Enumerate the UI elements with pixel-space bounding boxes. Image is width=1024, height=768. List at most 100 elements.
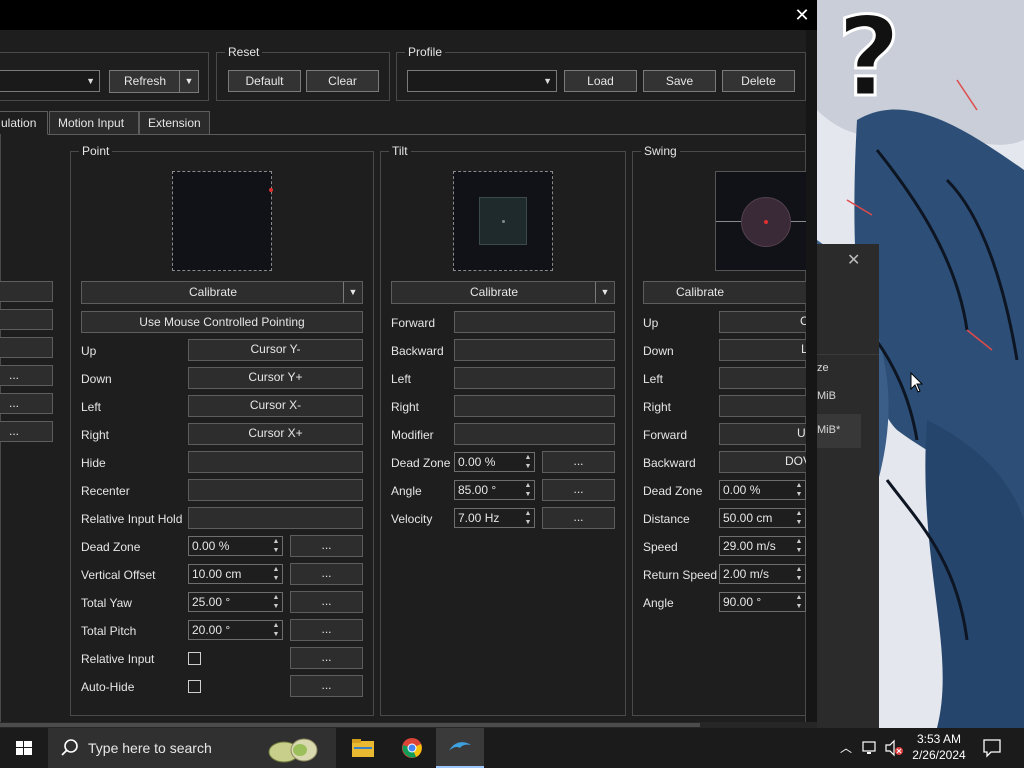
tilt-label-right: Right bbox=[391, 400, 420, 414]
pointer-dot bbox=[269, 188, 273, 192]
profile-select[interactable]: ▼ bbox=[407, 70, 557, 92]
point-dead-zone-more-button[interactable]: ... bbox=[290, 535, 363, 557]
swing-angle-spinbox[interactable]: 90.00 ° ▲ ▼ bbox=[719, 592, 806, 612]
spin-arrows-icon[interactable]: ▲ ▼ bbox=[522, 509, 534, 527]
show-hidden-icons-icon[interactable]: ︿ bbox=[840, 739, 852, 756]
partial-more-button[interactable]: ... bbox=[0, 365, 53, 386]
reset-group: Reset Default Clear bbox=[216, 45, 390, 101]
taskbar-dolphin[interactable] bbox=[436, 728, 484, 768]
spin-arrows-icon[interactable]: ▲ ▼ bbox=[793, 537, 805, 555]
point-bind-left[interactable]: Cursor X- bbox=[188, 395, 363, 417]
swing-distance-spinbox[interactable]: 50.00 cm ▲ ▼ bbox=[719, 508, 806, 528]
swing-speed-spinbox[interactable]: 29.00 m/s ▲ ▼ bbox=[719, 536, 806, 556]
partial-binding-button[interactable] bbox=[0, 281, 53, 302]
spin-arrows-icon[interactable]: ▲ ▼ bbox=[270, 537, 282, 555]
tab-emulation[interactable]: ulation bbox=[0, 111, 48, 135]
load-button[interactable]: Load bbox=[564, 70, 637, 92]
tilt-calibrate-button[interactable]: Calibrate ▼ bbox=[391, 281, 615, 304]
point-total-pitch-spinbox[interactable]: 20.00 ° ▲ ▼ bbox=[188, 620, 283, 640]
taskbar-clock[interactable]: 3:53 AM 2/26/2024 bbox=[905, 731, 973, 763]
point-calibrate-button[interactable]: Calibrate ▼ bbox=[81, 281, 363, 304]
partial-binding-button[interactable] bbox=[0, 309, 53, 330]
spin-arrows-icon[interactable]: ▲ ▼ bbox=[793, 565, 805, 583]
taskbar-file-explorer[interactable] bbox=[338, 728, 386, 768]
tilt-bind-left[interactable] bbox=[454, 367, 615, 389]
tilt-dead-zone-more-button[interactable]: ... bbox=[542, 451, 615, 473]
swing-return-speed-spinbox[interactable]: 2.00 m/s ▲ ▼ bbox=[719, 564, 806, 584]
notifications-icon[interactable] bbox=[982, 738, 1002, 758]
relative-input-checkbox[interactable] bbox=[188, 652, 201, 665]
spin-arrows-icon[interactable]: ▲ ▼ bbox=[270, 593, 282, 611]
point-bind-hide[interactable] bbox=[188, 451, 363, 473]
tilt-bind-modifier[interactable] bbox=[454, 423, 615, 445]
swing-bind-left[interactable] bbox=[719, 367, 806, 389]
refresh-dropdown-icon[interactable]: ▼ bbox=[179, 71, 198, 92]
point-bind-up[interactable]: Cursor Y- bbox=[188, 339, 363, 361]
profile-group-title: Profile bbox=[405, 45, 446, 59]
delete-button[interactable]: Delete bbox=[722, 70, 795, 92]
spin-arrows-icon[interactable]: ▲ ▼ bbox=[793, 509, 805, 527]
volume-muted-icon[interactable] bbox=[884, 739, 904, 757]
spin-arrows-icon[interactable]: ▲ ▼ bbox=[793, 593, 805, 611]
tilt-velocity-more-button[interactable]: ... bbox=[542, 507, 615, 529]
swing-bind-backward[interactable]: DOV bbox=[719, 451, 806, 473]
tilt-angle-more-button[interactable]: ... bbox=[542, 479, 615, 501]
swing-bind-backward-value: DOV bbox=[785, 454, 806, 468]
default-button[interactable]: Default bbox=[228, 70, 301, 92]
point-label-dead-zone: Dead Zone bbox=[81, 540, 141, 554]
point-total-yaw-spinbox[interactable]: 25.00 ° ▲ ▼ bbox=[188, 592, 283, 612]
partial-more-button[interactable]: ... bbox=[0, 393, 53, 414]
clear-button[interactable]: Clear bbox=[306, 70, 379, 92]
tilt-dead-zone-spinbox[interactable]: 0.00 % ▲ ▼ bbox=[454, 452, 535, 472]
calibrate-dropdown-icon[interactable]: ▼ bbox=[595, 282, 614, 303]
save-button[interactable]: Save bbox=[643, 70, 716, 92]
taskbar-search-box[interactable]: Type here to search bbox=[48, 728, 336, 768]
point-vertical-offset-spinbox[interactable]: 10.00 cm ▲ ▼ bbox=[188, 564, 283, 584]
chevron-down-icon: ▼ bbox=[86, 76, 95, 86]
point-bind-down[interactable]: Cursor Y+ bbox=[188, 367, 363, 389]
point-total-yaw-more-button[interactable]: ... bbox=[290, 591, 363, 613]
tilt-angle-spinbox[interactable]: 85.00 ° ▲ ▼ bbox=[454, 480, 535, 500]
taskbar-chrome[interactable] bbox=[388, 728, 436, 768]
spin-arrows-icon[interactable]: ▲ ▼ bbox=[522, 453, 534, 471]
swing-dead-zone-spinbox[interactable]: 0.00 % ▲ ▼ bbox=[719, 480, 806, 500]
tab-extension[interactable]: Extension bbox=[139, 111, 210, 135]
relative-input-more-button[interactable]: ... bbox=[290, 647, 363, 669]
swing-bind-forward[interactable]: U bbox=[719, 423, 806, 445]
swing-bind-right[interactable] bbox=[719, 395, 806, 417]
refresh-button[interactable]: Refresh ▼ bbox=[109, 70, 199, 93]
close-icon[interactable]: ✕ bbox=[787, 4, 817, 26]
spin-arrows-icon[interactable]: ▲ ▼ bbox=[522, 481, 534, 499]
start-button[interactable] bbox=[0, 728, 48, 768]
point-bind-recenter[interactable] bbox=[188, 479, 363, 501]
dolphin-icon bbox=[449, 742, 471, 751]
tilt-bind-forward[interactable] bbox=[454, 311, 615, 333]
point-bind-relative-hold[interactable] bbox=[188, 507, 363, 529]
spin-arrows-icon[interactable]: ▲ ▼ bbox=[270, 565, 282, 583]
partial-binding-button[interactable] bbox=[0, 337, 53, 358]
spin-value: 25.00 ° bbox=[192, 595, 231, 609]
point-dead-zone-spinbox[interactable]: 0.00 % ▲ ▼ bbox=[188, 536, 283, 556]
tilt-velocity-spinbox[interactable]: 7.00 Hz ▲ ▼ bbox=[454, 508, 535, 528]
point-total-pitch-more-button[interactable]: ... bbox=[290, 619, 363, 641]
tilt-bind-backward[interactable] bbox=[454, 339, 615, 361]
scrollbar-thumb[interactable] bbox=[0, 723, 700, 727]
spin-arrows-icon[interactable]: ▲ ▼ bbox=[270, 621, 282, 639]
auto-hide-more-button[interactable]: ... bbox=[290, 675, 363, 697]
dialog-close-icon[interactable]: ✕ bbox=[847, 250, 860, 270]
tab-motion-input[interactable]: Motion Input bbox=[49, 111, 139, 135]
swing-calibrate-button[interactable]: Calibrate bbox=[643, 281, 806, 304]
auto-hide-checkbox[interactable] bbox=[188, 680, 201, 693]
taskbar: Type here to search ︿ 3:53 AM 2/26/2024 bbox=[0, 728, 1024, 768]
device-select[interactable]: ▼ bbox=[0, 70, 100, 92]
swing-bind-down[interactable]: L bbox=[719, 339, 806, 361]
tilt-bind-right[interactable] bbox=[454, 395, 615, 417]
spin-arrows-icon[interactable]: ▲ ▼ bbox=[793, 481, 805, 499]
mouse-pointing-button[interactable]: Use Mouse Controlled Pointing bbox=[81, 311, 363, 333]
point-vertical-offset-more-button[interactable]: ... bbox=[290, 563, 363, 585]
partial-more-button[interactable]: ... bbox=[0, 421, 53, 442]
network-icon[interactable] bbox=[862, 740, 880, 756]
calibrate-dropdown-icon[interactable]: ▼ bbox=[343, 282, 362, 303]
swing-bind-up[interactable]: C bbox=[719, 311, 806, 333]
point-bind-right[interactable]: Cursor X+ bbox=[188, 423, 363, 445]
